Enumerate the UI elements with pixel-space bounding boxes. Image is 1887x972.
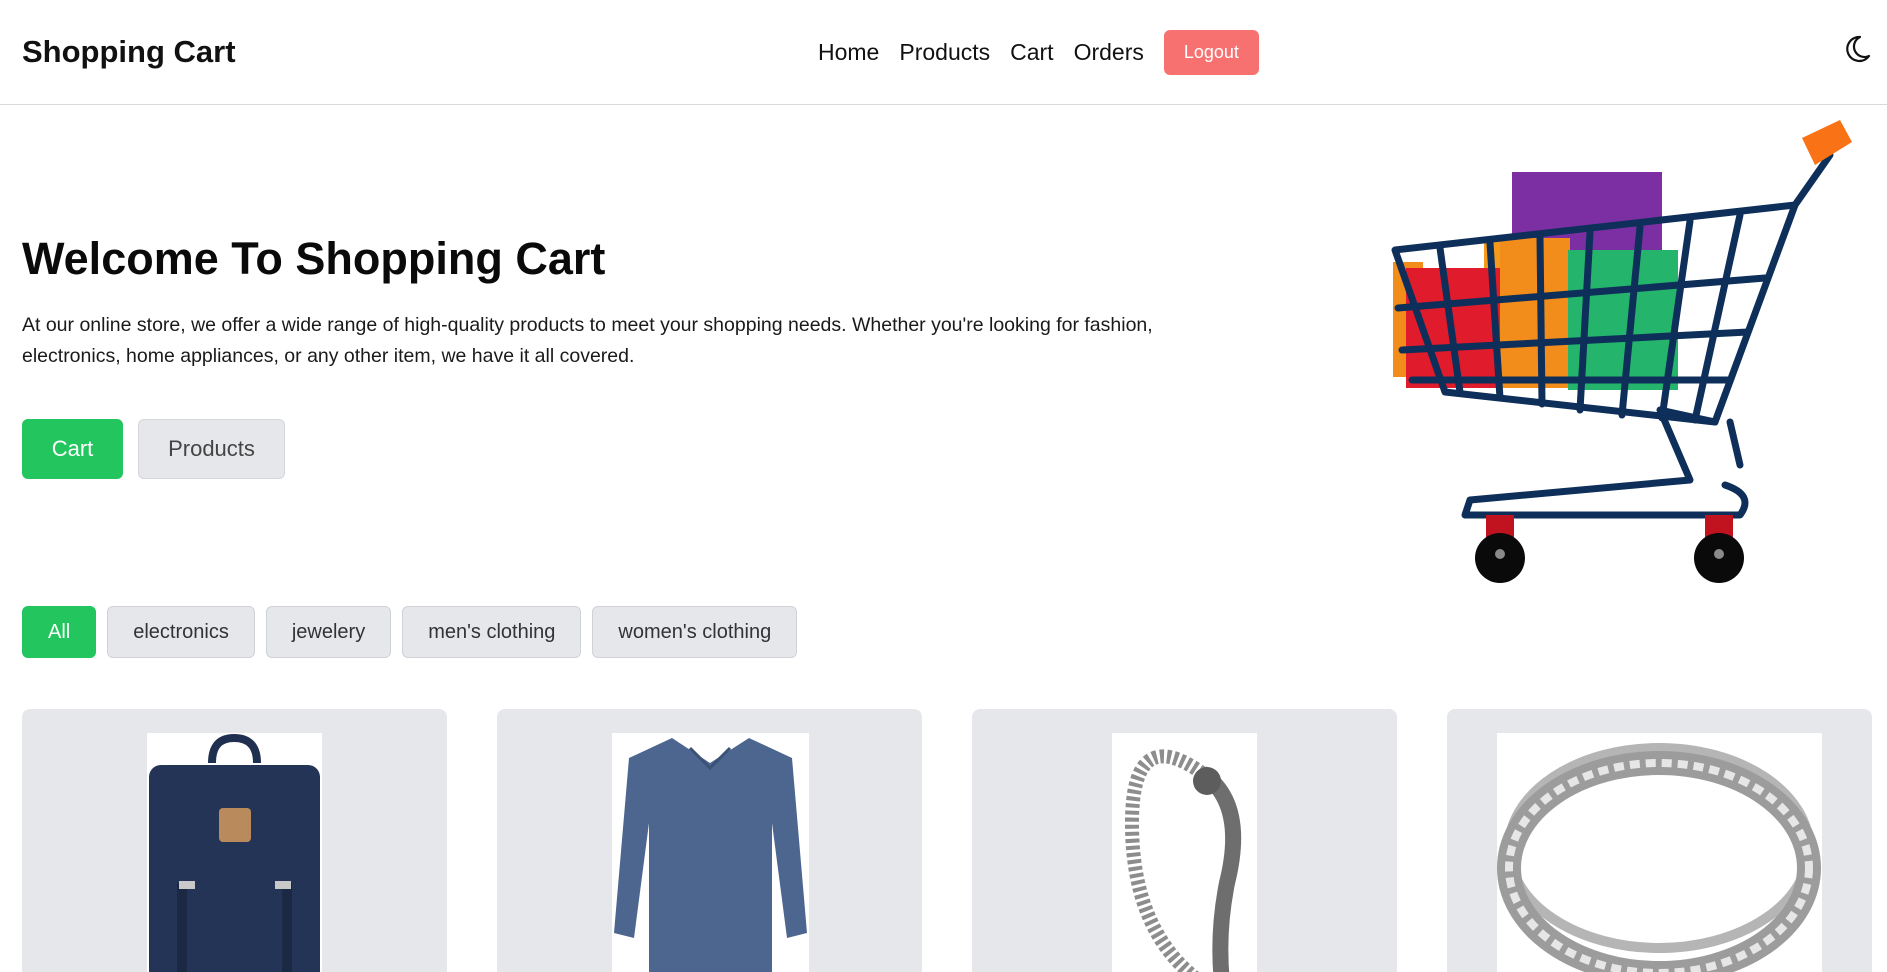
filter-all[interactable]: All [22, 606, 97, 658]
navbar: Shopping Cart Home Products Cart Orders … [0, 0, 1887, 105]
hero-description: At our online store, we offer a wide ran… [22, 314, 1153, 367]
moon-icon[interactable] [1842, 34, 1872, 64]
hero-title: Welcome To Shopping Cart [22, 233, 606, 284]
nav-link-products[interactable]: Products [899, 39, 990, 66]
backpack-image [147, 733, 322, 972]
product-grid [22, 709, 1872, 972]
ring-image [1497, 733, 1822, 972]
logout-button[interactable]: Logout [1163, 29, 1259, 75]
filter-jewelery[interactable]: jewelery [265, 606, 392, 658]
hero-products-button[interactable]: Products [138, 419, 285, 479]
bracelet-image [1112, 733, 1257, 972]
brand-logo[interactable]: Shopping Cart [22, 34, 236, 70]
filter-electronics[interactable]: electronics [107, 606, 255, 658]
product-card[interactable] [22, 709, 447, 972]
filter-womens-clothing[interactable]: women's clothing [592, 606, 798, 658]
product-card[interactable] [497, 709, 922, 972]
shopping-cart-illustration [1350, 110, 1880, 590]
nav-links: Home Products Cart Orders Logout [818, 29, 1259, 75]
product-card[interactable] [972, 709, 1397, 972]
filter-mens-clothing[interactable]: men's clothing [402, 606, 582, 658]
nav-link-home[interactable]: Home [818, 39, 879, 66]
category-filters: All electronics jewelery men's clothing … [22, 606, 798, 658]
product-card[interactable] [1447, 709, 1872, 972]
nav-link-orders[interactable]: Orders [1074, 39, 1144, 66]
nav-link-cart[interactable]: Cart [1010, 39, 1053, 66]
hero-cart-button[interactable]: Cart [22, 419, 123, 479]
mens-shirt-image [612, 733, 809, 972]
